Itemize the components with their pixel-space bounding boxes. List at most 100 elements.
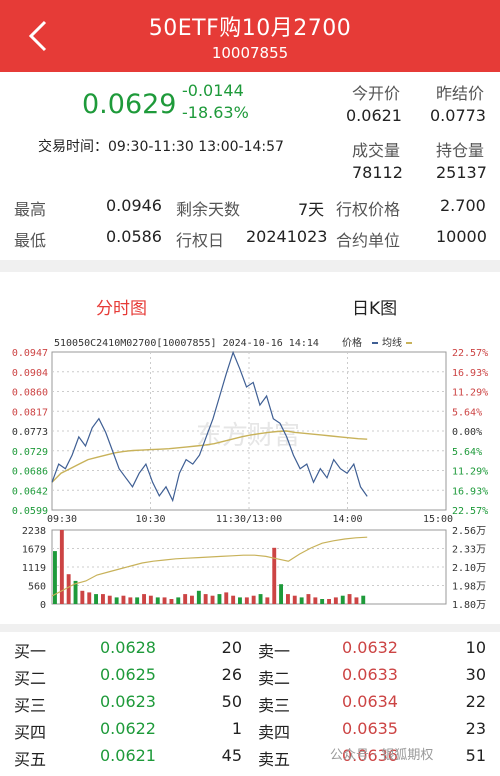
bid-price: 0.0628 [100,638,156,657]
volume-bar [333,597,338,604]
x-tick: 10:30 [135,514,165,525]
oi-label: 持仓量 [436,141,485,160]
volume-bar [354,597,359,604]
order-book-row: 买四 0.0622 1 卖四 0.0635 23 [0,719,500,746]
y-right-tick: 22.57% [452,348,488,359]
tab-intraday[interactable]: 分时图 [96,294,147,319]
bid-volume: 20 [221,638,242,657]
y-left-tick: 0.0686 [12,467,48,478]
y-left-tick: 0.0947 [12,348,48,359]
legend-avg-label: 均线 [382,336,402,349]
open-label: 今开价 [352,84,401,103]
vol-right-tick: 1.80万 [452,600,486,611]
volume-bar [320,599,325,604]
intraday-chart[interactable]: 510050C2410M02700[10007855] 2024-10-16 1… [0,334,500,616]
bid-price: 0.0623 [100,692,156,711]
vol-left-tick: 1119 [22,563,46,574]
bid-volume: 45 [221,746,242,765]
y-left-tick: 0.0729 [12,447,48,458]
chart-tabs: 分时图 日K图 [0,272,500,334]
bid-label: 买二 [14,669,47,688]
volume-bar [231,595,236,604]
y-right-tick: 5.64% [452,407,482,418]
volume-bar [162,597,167,604]
volume-bar [292,595,297,604]
y-left-tick: 0.0642 [12,486,48,497]
volume-bar [340,595,345,604]
volume-value: 78112 [352,163,403,182]
bid-label: 买五 [14,750,47,769]
high-value: 0.0946 [106,196,162,215]
volume-bar [279,584,283,604]
volume-bar [258,594,263,604]
volume-bar [210,595,215,604]
legend-price-label: 价格 [342,336,362,349]
volume-bar [94,594,98,604]
volume-bar [299,597,304,604]
bid-label: 买三 [14,696,47,715]
volume-bar [87,592,92,604]
vol-left-tick: 2238 [22,526,46,537]
order-book-row: 买三 0.0623 50 卖三 0.0634 22 [0,692,500,719]
unit-value: 10000 [436,227,487,246]
y-left-tick: 0.0860 [12,388,48,399]
low-label: 最低 [14,231,47,250]
x-tick: 11:30/13:00 [216,514,282,525]
y-right-tick: 0.00% [452,427,482,438]
bid-price: 0.0621 [100,746,156,765]
volume-bar [101,594,105,604]
vol-left-tick: 560 [28,582,46,593]
top-bar: 50ETF购10月2700 10007855 [0,0,500,72]
section-divider [0,260,500,272]
ask-volume: 30 [465,665,486,684]
volume-bar [128,597,133,604]
days-label: 剩余天数 [176,200,241,219]
volume-label: 成交量 [352,141,401,160]
y-left-tick: 0.0904 [12,368,48,379]
volume-bar [169,599,174,604]
tab-daily-k[interactable]: 日K图 [352,294,397,319]
bid-label: 买一 [14,642,47,661]
bid-label: 买四 [14,723,47,742]
order-book-row: 买一 0.0628 20 卖一 0.0632 10 [0,638,500,665]
bid-volume: 50 [221,692,242,711]
vol-right-tick: 2.56万 [452,526,486,537]
page-title: 50ETF购10月2700 [148,16,352,41]
ask-label: 卖四 [258,723,291,742]
unit-label: 合约单位 [336,231,401,250]
ask-volume: 23 [465,719,486,738]
ask-label: 卖三 [258,696,291,715]
contract-code: 10007855 [211,44,289,62]
order-book-row: 买二 0.0625 26 卖二 0.0633 30 [0,665,500,692]
oi-value: 25137 [436,163,487,182]
volume-bar [121,595,126,604]
bid-price: 0.0625 [100,665,156,684]
bid-price: 0.0622 [100,719,156,738]
volume-bar [66,574,71,604]
trading-time-label: 交易时间： [38,139,108,155]
y-right-tick: 22.57% [452,506,488,517]
prev-label: 昨结价 [436,84,485,103]
vol-left-tick: 1679 [22,545,46,556]
x-tick: 15:00 [423,514,453,525]
volume-bar [135,597,140,604]
open-value: 0.0621 [346,106,402,125]
y-left-tick: 0.0599 [12,506,48,517]
volume-bar [183,594,188,604]
volume-bar [361,595,366,604]
strike-label: 行权价格 [336,200,401,219]
volume-bar [265,597,270,604]
bid-volume: 26 [221,665,242,684]
volume-bar [347,594,352,604]
x-tick: 09:30 [47,514,77,525]
exdate-label: 行权日 [176,231,225,250]
volume-bar [80,590,85,604]
volume-bar [313,597,318,604]
volume-bar [114,597,119,604]
change-percent: -18.63% [182,103,249,122]
open-interest-line [51,536,368,597]
price-change: -0.0144 -18.63% [182,80,249,124]
vol-right-tick: 2.33万 [452,545,486,556]
ask-volume: 22 [465,692,486,711]
volume-bar [196,590,201,604]
